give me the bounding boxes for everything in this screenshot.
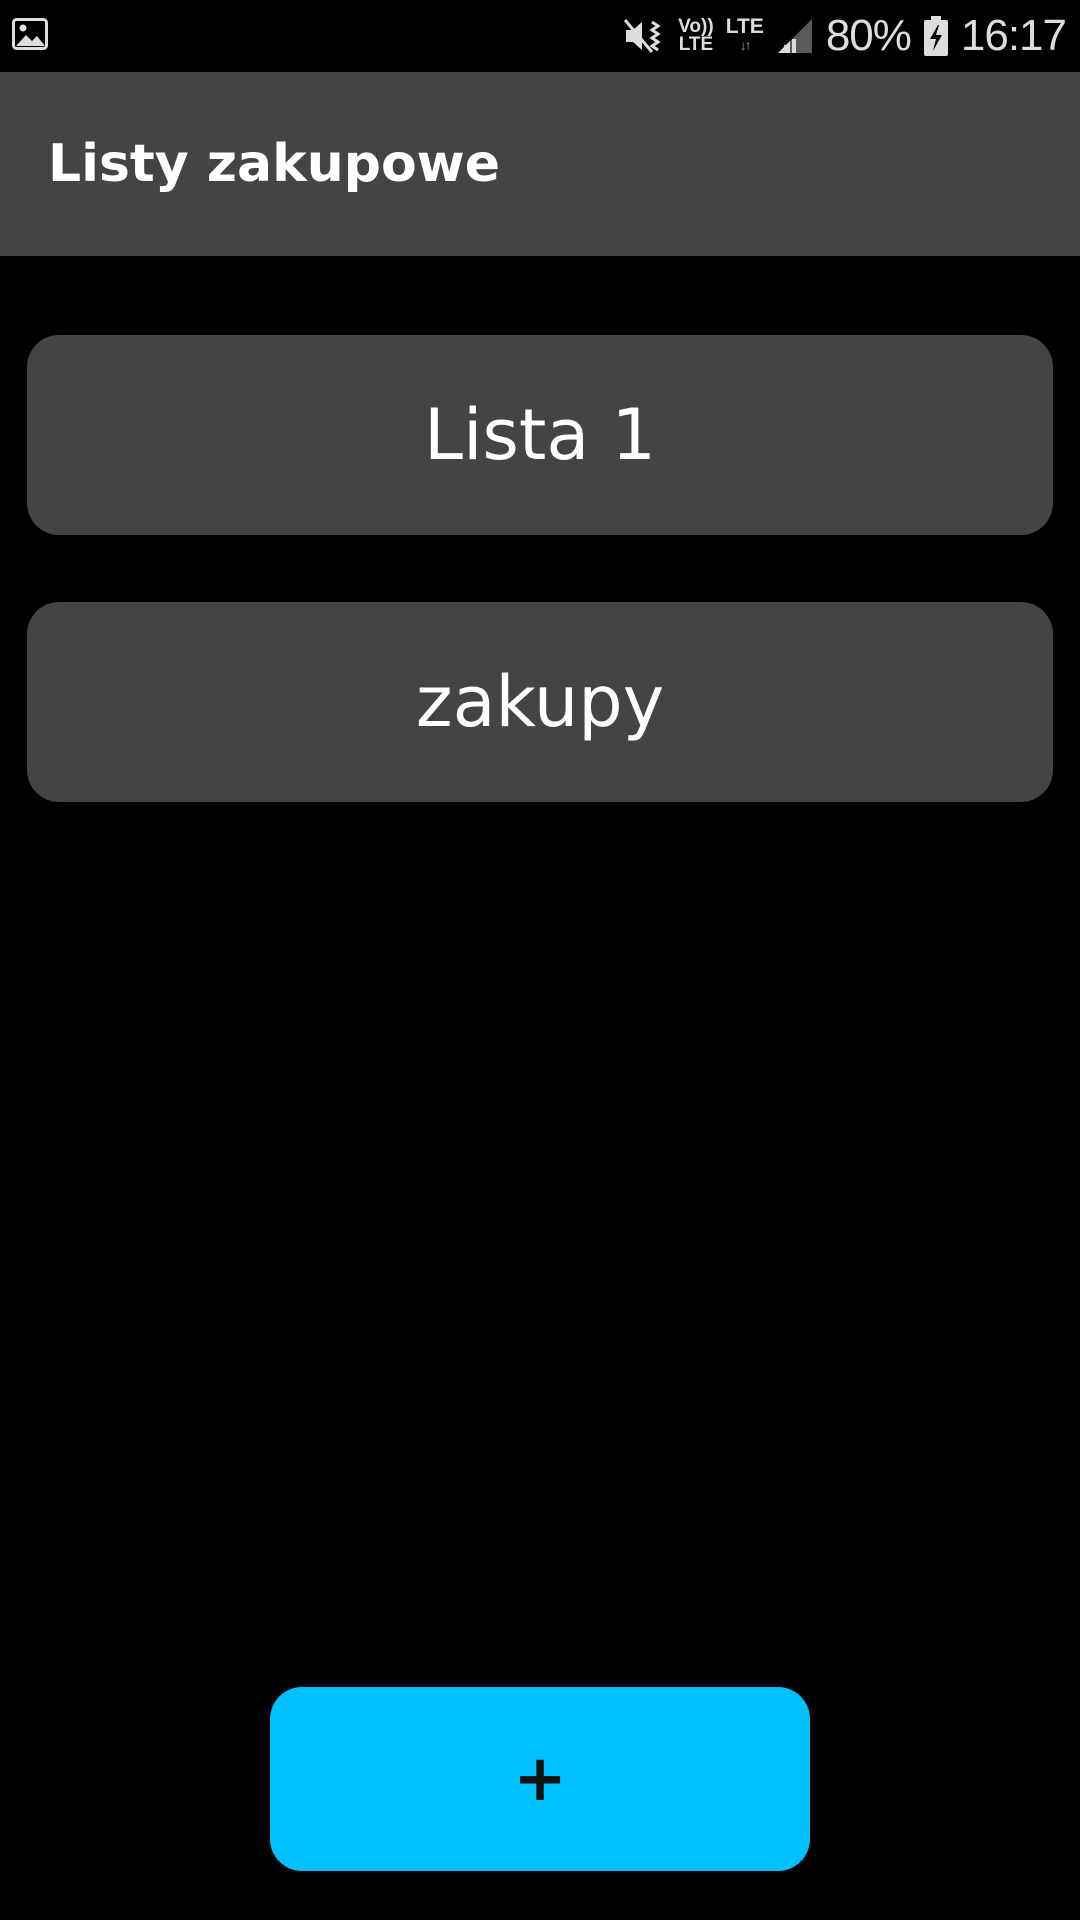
lte-indicator: LTE ↓↑ (725, 15, 764, 54)
shopping-lists: Lista 1 zakupy (27, 335, 1053, 869)
clock: 16:17 (960, 11, 1067, 60)
list-item-zakupy[interactable]: zakupy (27, 602, 1053, 802)
status-icons: Vo)) LTE LTE ↓↑ 80% 16:17 (622, 0, 1067, 72)
lte-label: LTE (725, 15, 764, 38)
volte-indicator: Vo)) LTE (678, 17, 714, 55)
signal-icon (776, 17, 814, 55)
plus-icon: + (513, 1742, 567, 1816)
battery-percent: 80% (825, 11, 912, 60)
vibrate-mute-icon (622, 16, 666, 56)
volte-bottom-label: LTE (678, 34, 714, 55)
list-item-lista-1[interactable]: Lista 1 (27, 335, 1053, 535)
image-icon (12, 16, 48, 52)
lte-arrows: ↓↑ (739, 37, 752, 53)
screen: Vo)) LTE LTE ↓↑ 80% 16:17 Listy zakupowe… (0, 0, 1080, 1920)
page-title: Listy zakupowe (48, 134, 500, 194)
list-item-label: Lista 1 (423, 394, 657, 476)
add-list-button[interactable]: + (270, 1687, 810, 1871)
status-bar: Vo)) LTE LTE ↓↑ 80% 16:17 (0, 0, 1080, 72)
app-bar: Listy zakupowe (0, 72, 1080, 256)
battery-charging-icon (923, 15, 949, 57)
list-item-label: zakupy (415, 661, 665, 743)
